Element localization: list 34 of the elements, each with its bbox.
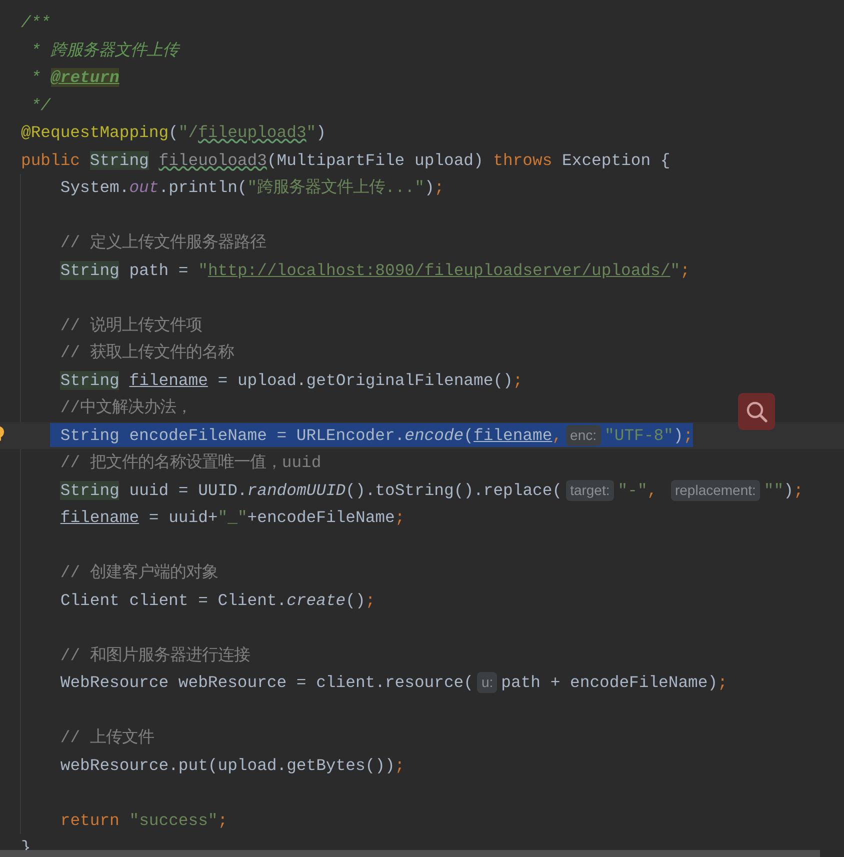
code-text: String encodeFileName = URLEncoder.encode(filename,	[60, 424, 562, 446]
code-line: filename = uuid+"_"+encodeFileName;	[59, 507, 405, 529]
code-text: String uuid = UUID.randomUUID().toString().replace(	[59, 480, 562, 502]
code-text: "");	[764, 480, 804, 502]
code-text: path + encodeFileName);	[501, 672, 728, 694]
inlay-hint: u:	[477, 672, 498, 694]
code-line: System.out.println("跨服务器文件上传...");	[59, 177, 444, 199]
code-text: WebResource webResource = client.resource(	[59, 672, 474, 694]
code-line: return "success";	[59, 810, 228, 832]
inlay-hint: replacement:	[670, 480, 760, 501]
search-button[interactable]	[738, 393, 775, 430]
code-line: */	[30, 94, 51, 116]
code-line: * 跨服务器文件上传	[30, 40, 179, 62]
code-text: "-",	[618, 480, 658, 502]
code-line: // 说明上传文件项	[59, 314, 202, 336]
code-line: String filename = upload.getOriginalFilename();	[59, 370, 523, 392]
code-line: // 把文件的名称设置唯一值，uuid	[59, 452, 322, 474]
code-line: // 定义上传文件服务器路径	[59, 232, 266, 254]
scrollbar[interactable]	[0, 850, 820, 857]
search-icon	[744, 400, 768, 424]
code-line: // 上传文件	[59, 727, 154, 749]
code-line: webResource.put(upload.getBytes());	[59, 754, 405, 776]
code-line: @RequestMapping("/fileupload3")	[21, 122, 326, 144]
code-line: // 和图片服务器进行连接	[59, 644, 250, 666]
code-text: "UTF-8");	[604, 424, 694, 446]
code-line: // 创建客户端的对象	[59, 562, 218, 584]
inlay-hint: target:	[566, 480, 614, 501]
code-line: /**	[21, 12, 51, 34]
code-line: // 获取上传文件的名称	[59, 342, 234, 364]
code-line: Client client = Client.create();	[59, 590, 376, 612]
inlay-hint: enc:	[566, 424, 601, 446]
code-line: public String fileuoload3(MultipartFile upload) throws Exception {	[21, 150, 670, 172]
code-line: //中文解决办法，	[59, 397, 192, 419]
code-line: String path = "http://localhost:8090/fileuploadserver/uploads/";	[59, 260, 690, 282]
